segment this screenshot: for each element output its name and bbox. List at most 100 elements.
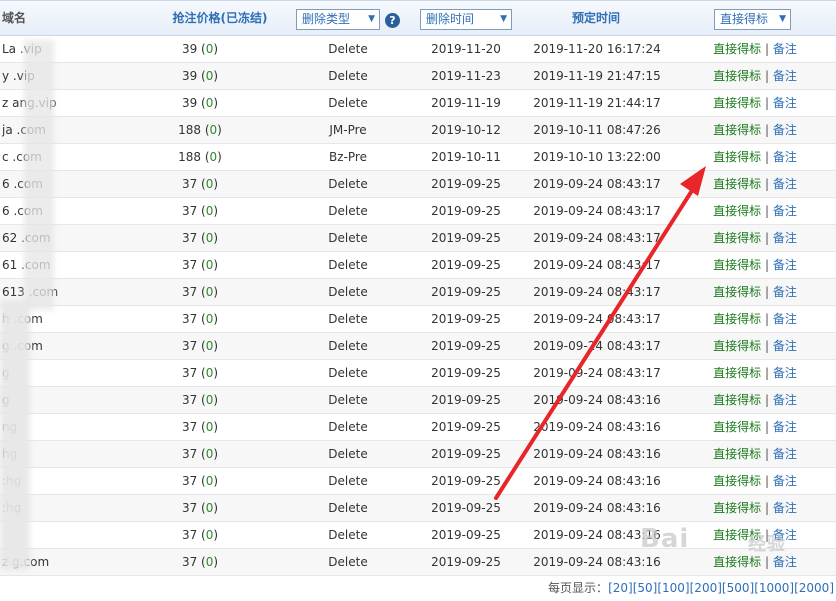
remark-link[interactable]: 备注 [773,258,797,272]
direct-win-link[interactable]: 直接得标 [713,42,761,56]
direct-win-link[interactable]: 直接得标 [713,123,761,137]
delete-type-cell: Delete [328,96,368,110]
remark-link[interactable]: 备注 [773,339,797,353]
page-size-option[interactable]: [20] [608,581,633,595]
direct-win-link[interactable]: 直接得标 [713,474,761,488]
frozen-value: 0 [205,231,214,245]
frozen-value: 0 [205,285,214,299]
delete-date-cell: 2019-11-19 [431,96,501,110]
delete-date-cell: 2019-09-25 [431,231,501,245]
price-cell: 37 (0) [181,339,219,353]
price-cell: 37 (0) [181,285,219,299]
page-size-option[interactable]: [100] [657,581,689,595]
table-row: 62 .com 37 (0) Delete 2019-09-25 2019-09-24 … [0,225,836,252]
direct-win-link[interactable]: 直接得标 [713,96,761,110]
table-row: g .com37 (0)Delete2019-09-252019-09-24 0… [0,333,836,360]
direct-win-link[interactable]: 直接得标 [713,447,761,461]
price-cell: 39 (0) [181,96,219,110]
remark-link[interactable]: 备注 [773,366,797,380]
price-cell: 39 (0) [181,69,219,83]
frozen-value: 0 [205,312,214,326]
scheduled-time-cell: 2019-09-24 08:43:16 [533,420,661,434]
chevron-down-icon: ▼ [779,14,786,24]
separator: | [761,69,773,83]
remark-link[interactable]: 备注 [773,96,797,110]
page-size-option[interactable]: [2000] [794,581,834,595]
delete-date-cell: 2019-09-25 [431,555,501,569]
delete-time-select-label: 删除时间 [426,12,475,26]
action-select[interactable]: 直接得标 ▼ [714,9,791,30]
pager-label: 每页显示： [548,581,609,595]
direct-win-link[interactable]: 直接得标 [713,177,761,191]
frozen-value: 0 [209,123,218,137]
remark-link[interactable]: 备注 [773,393,797,407]
header-scheduled-time[interactable]: 预定时间 [530,1,662,36]
price-value: 39 [181,96,198,110]
price-cell: 188 (0) [178,150,222,164]
frozen-value: 0 [205,42,214,56]
action-cell: 直接得标 | 备注 [700,144,810,170]
direct-win-link[interactable]: 直接得标 [713,150,761,164]
remark-link[interactable]: 备注 [773,312,797,326]
scheduled-time-cell: 2019-09-24 08:43:16 [533,393,661,407]
remark-link[interactable]: 备注 [773,150,797,164]
page-size-option[interactable]: [200] [690,581,722,595]
page-size-option[interactable]: [500] [722,581,754,595]
scheduled-time-cell: 2019-11-19 21:47:15 [533,69,661,83]
remark-link[interactable]: 备注 [773,123,797,137]
domain-cell: c .com [2,150,42,164]
remark-link[interactable]: 备注 [773,42,797,56]
remark-link[interactable]: 备注 [773,285,797,299]
remark-link[interactable]: 备注 [773,420,797,434]
direct-win-link[interactable]: 直接得标 [713,366,761,380]
help-icon[interactable]: ? [385,13,400,28]
action-cell: 直接得标 | 备注 [700,414,810,440]
direct-win-link[interactable]: 直接得标 [713,204,761,218]
delete-date-cell: 2019-09-25 [431,204,501,218]
table-row: g37 (0)Delete2019-09-252019-09-24 08:43:… [0,387,836,414]
direct-win-link[interactable]: 直接得标 [713,312,761,326]
separator: | [761,42,773,56]
scheduled-time-cell: 2019-09-24 08:43:17 [533,312,661,326]
delete-date-cell: 2019-11-20 [431,42,501,56]
delete-date-cell: 2019-09-25 [431,474,501,488]
price-value: 37 [181,501,198,515]
frozen-value: 0 [205,204,214,218]
page-size-option[interactable]: [50] [633,581,658,595]
action-cell: 直接得标 | 备注 [700,90,810,116]
remark-link[interactable]: 备注 [773,204,797,218]
direct-win-link[interactable]: 直接得标 [713,231,761,245]
direct-win-link[interactable]: 直接得标 [713,339,761,353]
delete-time-select[interactable]: 删除时间 ▼ [420,9,512,30]
scheduled-time-cell: 2019-09-24 08:43:16 [533,447,661,461]
remark-link[interactable]: 备注 [773,501,797,515]
action-cell: 直接得标 | 备注 [700,279,810,305]
delete-type-cell: JM-Pre [329,123,367,137]
remark-link[interactable]: 备注 [773,447,797,461]
separator: | [761,393,773,407]
page-size-option[interactable]: [1000] [754,581,794,595]
direct-win-link[interactable]: 直接得标 [713,393,761,407]
direct-win-link[interactable]: 直接得标 [713,501,761,515]
delete-type-select[interactable]: 删除类型 ▼ [296,9,380,30]
delete-type-cell: Delete [328,339,368,353]
remark-link[interactable]: 备注 [773,177,797,191]
table-header: 域名 抢注价格(已冻结) 删除类型 ▼ ? 删除时间 ▼ 预定时间 直接得标 ▼ [0,0,836,36]
direct-win-link[interactable]: 直接得标 [713,69,761,83]
remark-link[interactable]: 备注 [773,231,797,245]
table-row: :hg37 (0)Delete2019-09-252019-09-24 08:4… [0,495,836,522]
header-price-sort[interactable]: 抢注价格(已冻结) [140,1,300,36]
domain-cell: 62 .com [2,231,51,245]
direct-win-link[interactable]: 直接得标 [713,258,761,272]
delete-type-cell: Delete [328,231,368,245]
delete-date-cell: 2019-09-25 [431,285,501,299]
direct-win-link[interactable]: 直接得标 [713,285,761,299]
table-row: 613 .com37 (0)Delete2019-09-252019-09-24… [0,279,836,306]
direct-win-link[interactable]: 直接得标 [713,420,761,434]
price-value: 37 [181,528,198,542]
remark-link[interactable]: 备注 [773,474,797,488]
delete-type-cell: Bz-Pre [329,150,367,164]
remark-link[interactable]: 备注 [773,69,797,83]
scheduled-time-cell: 2019-11-20 16:17:24 [533,42,661,56]
price-cell: 37 (0) [181,528,219,542]
